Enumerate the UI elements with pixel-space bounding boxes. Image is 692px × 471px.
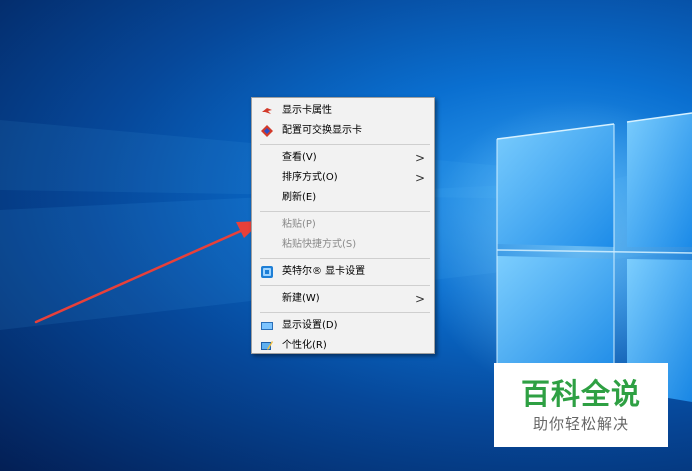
menu-separator bbox=[260, 285, 430, 286]
intel-graphics-icon bbox=[261, 266, 273, 278]
menu-item-display-settings[interactable]: 显示设置(D) bbox=[252, 316, 434, 336]
menu-item-label: 粘贴快捷方式(S) bbox=[282, 239, 357, 250]
menu-item-label: 英特尔® 显卡设置 bbox=[282, 266, 366, 277]
desktop-context-menu: 显示卡属性 配置可交换显示卡 查看(V) > 排序方式(O) > 刷新(E) 粘… bbox=[251, 97, 435, 354]
chevron-right-icon: > bbox=[414, 292, 425, 306]
menu-item-label: 查看(V) bbox=[282, 152, 317, 163]
menu-item-label: 配置可交换显示卡 bbox=[282, 125, 362, 136]
menu-item-paste: 粘贴(P) bbox=[252, 215, 434, 235]
menu-item-personalize[interactable]: 个性化(R) bbox=[252, 336, 434, 356]
personalize-icon bbox=[261, 340, 273, 352]
chevron-right-icon: > bbox=[414, 151, 425, 165]
menu-separator bbox=[260, 258, 430, 259]
switchable-graphics-icon bbox=[261, 125, 273, 137]
menu-item-refresh[interactable]: 刷新(E) bbox=[252, 188, 434, 208]
menu-item-label: 刷新(E) bbox=[282, 192, 317, 203]
menu-item-switchable-graphics[interactable]: 配置可交换显示卡 bbox=[252, 121, 434, 141]
menu-item-label: 个性化(R) bbox=[282, 340, 327, 351]
menu-separator bbox=[260, 312, 430, 313]
menu-item-label: 粘贴(P) bbox=[282, 219, 316, 230]
menu-item-paste-shortcut: 粘贴快捷方式(S) bbox=[252, 235, 434, 255]
watermark-logo: 百科全说 助你轻松解决 bbox=[494, 363, 668, 447]
menu-item-label: 显示卡属性 bbox=[282, 105, 332, 116]
menu-separator bbox=[260, 144, 430, 145]
menu-item-new[interactable]: 新建(W) > bbox=[252, 289, 434, 309]
chevron-right-icon: > bbox=[414, 171, 425, 185]
menu-item-sort-by[interactable]: 排序方式(O) > bbox=[252, 168, 434, 188]
menu-item-label: 新建(W) bbox=[282, 293, 320, 304]
display-settings-icon bbox=[261, 320, 273, 332]
menu-item-view[interactable]: 查看(V) > bbox=[252, 148, 434, 168]
menu-item-graphics-properties[interactable]: 显示卡属性 bbox=[252, 101, 434, 121]
menu-item-intel-graphics-settings[interactable]: 英特尔® 显卡设置 bbox=[252, 262, 434, 282]
graphics-properties-icon bbox=[261, 105, 273, 117]
menu-separator bbox=[260, 211, 430, 212]
watermark-subtitle: 助你轻松解决 bbox=[532, 415, 629, 433]
menu-item-label: 显示设置(D) bbox=[282, 320, 338, 331]
watermark-title: 百科全说 bbox=[520, 377, 641, 411]
menu-item-label: 排序方式(O) bbox=[282, 172, 338, 183]
